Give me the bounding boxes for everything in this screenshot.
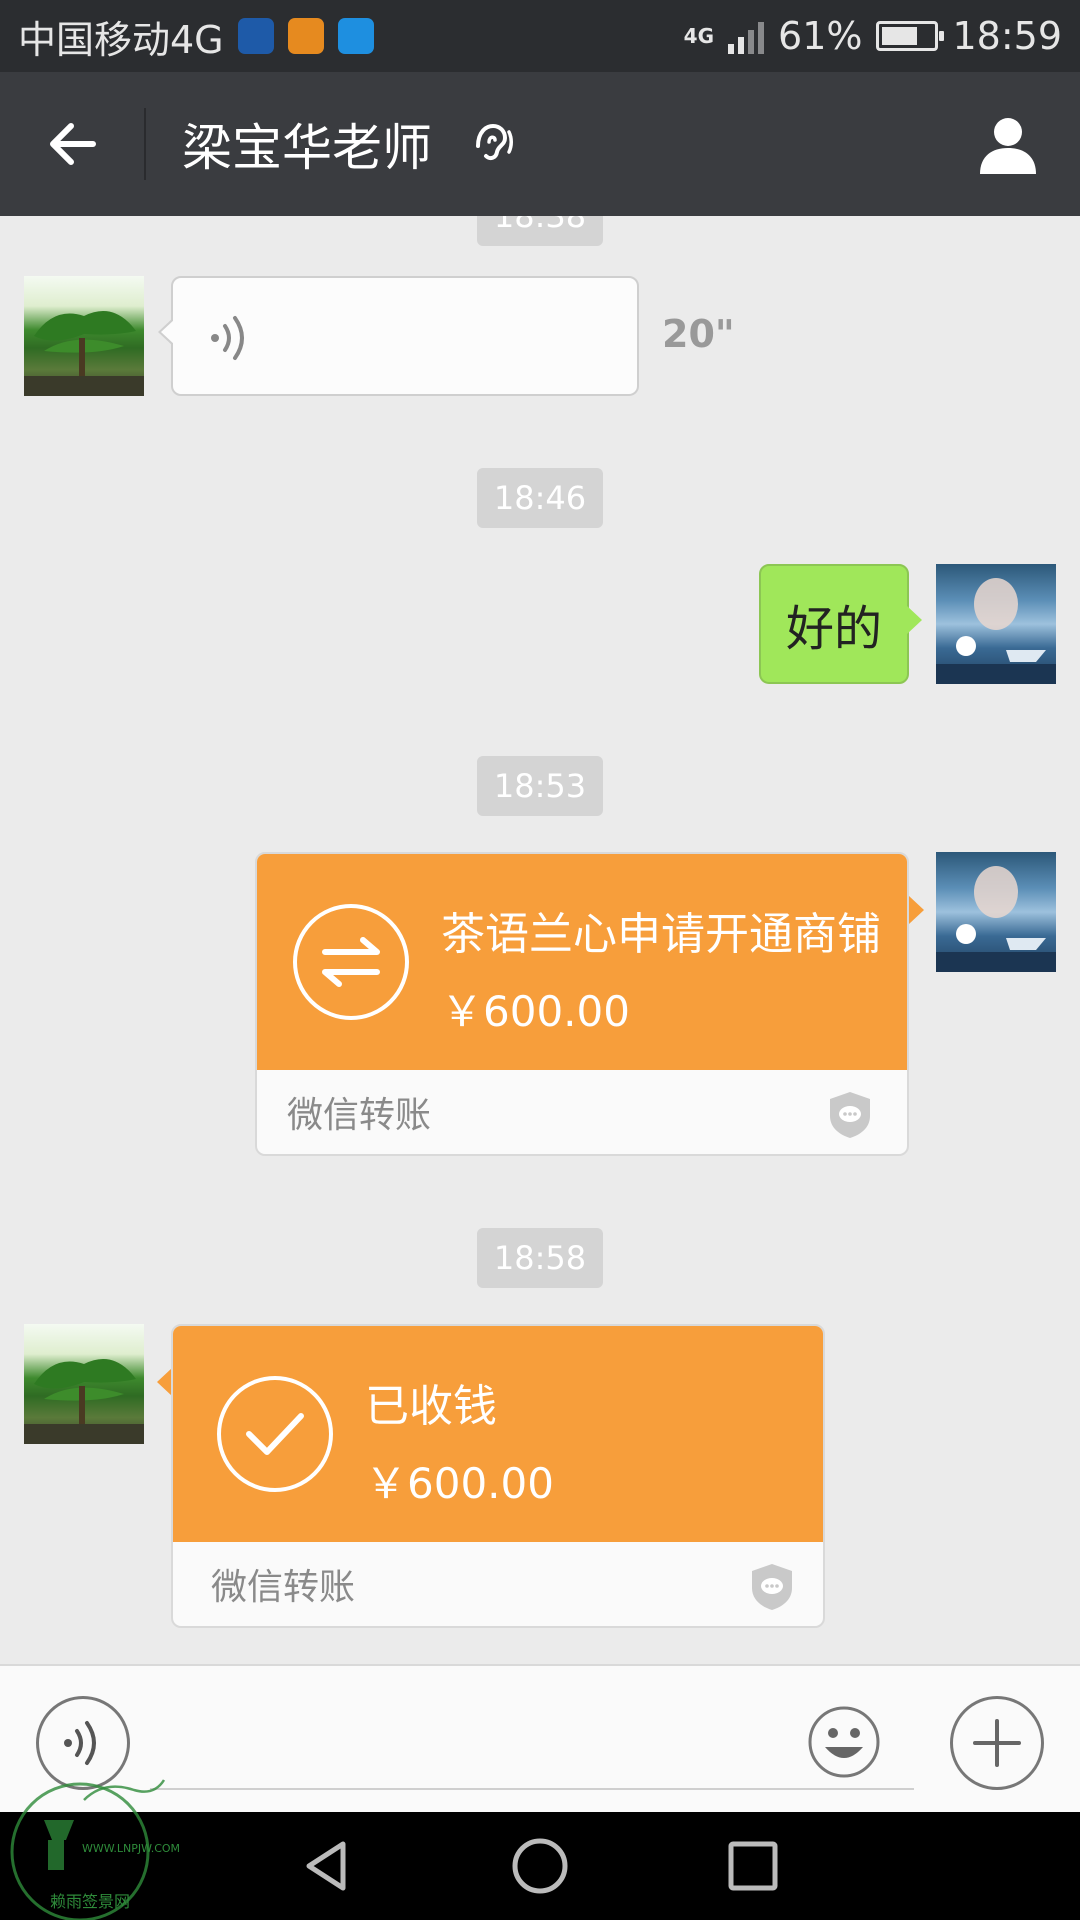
back-button[interactable]: [0, 72, 144, 216]
transfer-exchange-icon: [293, 904, 409, 1020]
triangle-back-icon: [306, 1841, 346, 1891]
chat-header: 梁宝华老师: [0, 72, 1080, 216]
shield-chat-icon: [752, 1564, 792, 1610]
contact-info-button[interactable]: [936, 72, 1080, 216]
smiley-icon: [808, 1706, 880, 1778]
transfer-card-received[interactable]: 已收钱 ￥600.00 微信转账: [171, 1324, 825, 1628]
transfer-amount: ￥600.00: [365, 1459, 554, 1508]
chat-title: 梁宝华老师: [182, 119, 432, 177]
transfer-card-footer: 微信转账: [257, 1070, 907, 1154]
message-input[interactable]: [150, 1788, 914, 1790]
message-app-icon: [337, 18, 374, 54]
clock: 18:59: [952, 14, 1062, 58]
timestamp: 18:58: [477, 1228, 603, 1288]
network-type-label: 4G: [683, 24, 715, 48]
chat-messages[interactable]: 18:38 20" 18:46 好的 18:53 茶语兰心申请开通商铺 ￥600…: [0, 216, 1080, 1664]
transfer-source-label: 微信转账: [287, 1095, 432, 1136]
header-divider: [144, 108, 146, 180]
check-circle-icon: [217, 1376, 333, 1492]
watermark-url: WWW.LNPJW.COM: [82, 1842, 181, 1855]
more-options-button[interactable]: [950, 1696, 1044, 1790]
battery-icon: [876, 21, 945, 51]
my-avatar[interactable]: [936, 564, 1056, 684]
bubble-tail: [909, 896, 924, 924]
contact-avatar[interactable]: [24, 1324, 144, 1444]
transfer-card-header: 茶语兰心申请开通商铺 ￥600.00: [257, 854, 907, 1070]
nav-home-button[interactable]: [505, 1831, 575, 1901]
shield-chat-icon: [830, 1092, 870, 1138]
message-text: 好的: [785, 601, 882, 657]
status-bar: 中国移动4G 4G 61% 18:59: [0, 0, 1080, 72]
back-arrow-icon: [50, 123, 96, 165]
circle-home-icon: [512, 1838, 568, 1894]
carrier-label: 中国移动4G: [18, 17, 224, 62]
contact-avatar[interactable]: [24, 276, 144, 396]
transfer-title: 已收钱: [365, 1381, 497, 1432]
transfer-amount: ￥600.00: [441, 987, 630, 1036]
transfer-card-sent[interactable]: 茶语兰心申请开通商铺 ￥600.00 微信转账: [255, 852, 909, 1156]
transfer-source-label: 微信转账: [211, 1567, 356, 1608]
transfer-card-header: 已收钱 ￥600.00: [173, 1326, 823, 1542]
plus-icon: [973, 1719, 1021, 1767]
battery-percent: 61%: [778, 14, 863, 58]
my-avatar[interactable]: [936, 852, 1056, 972]
voice-duration: 20": [662, 312, 735, 356]
timestamp: 18:53: [477, 756, 603, 816]
person-icon: [980, 118, 1036, 174]
battery-level-fill: [882, 27, 917, 45]
sent-text-bubble[interactable]: 好的: [759, 564, 922, 684]
timestamp: 18:38: [477, 216, 603, 246]
nav-back-button[interactable]: [292, 1831, 362, 1901]
transfer-card-footer: 微信转账: [173, 1542, 823, 1626]
timestamp: 18:46: [477, 468, 603, 528]
signal-strength-icon: [728, 18, 765, 54]
health-app-icon: [287, 18, 324, 54]
emoji-button[interactable]: [794, 1692, 894, 1792]
watermark-logo: WWW.LNPJW.COM 赖雨签景网: [4, 1760, 180, 1920]
watermark-name: 赖雨签景网: [50, 1892, 131, 1911]
earpiece-mode-icon: [468, 118, 516, 170]
app-notification-icon: [237, 18, 274, 54]
voice-wave-icon: [211, 316, 244, 360]
bubble-tail: [157, 1368, 172, 1396]
transfer-title: 茶语兰心申请开通商铺: [441, 909, 881, 960]
nav-recents-button[interactable]: [718, 1831, 788, 1901]
voice-message-bubble[interactable]: [158, 276, 639, 396]
square-recents-icon: [728, 1841, 778, 1891]
